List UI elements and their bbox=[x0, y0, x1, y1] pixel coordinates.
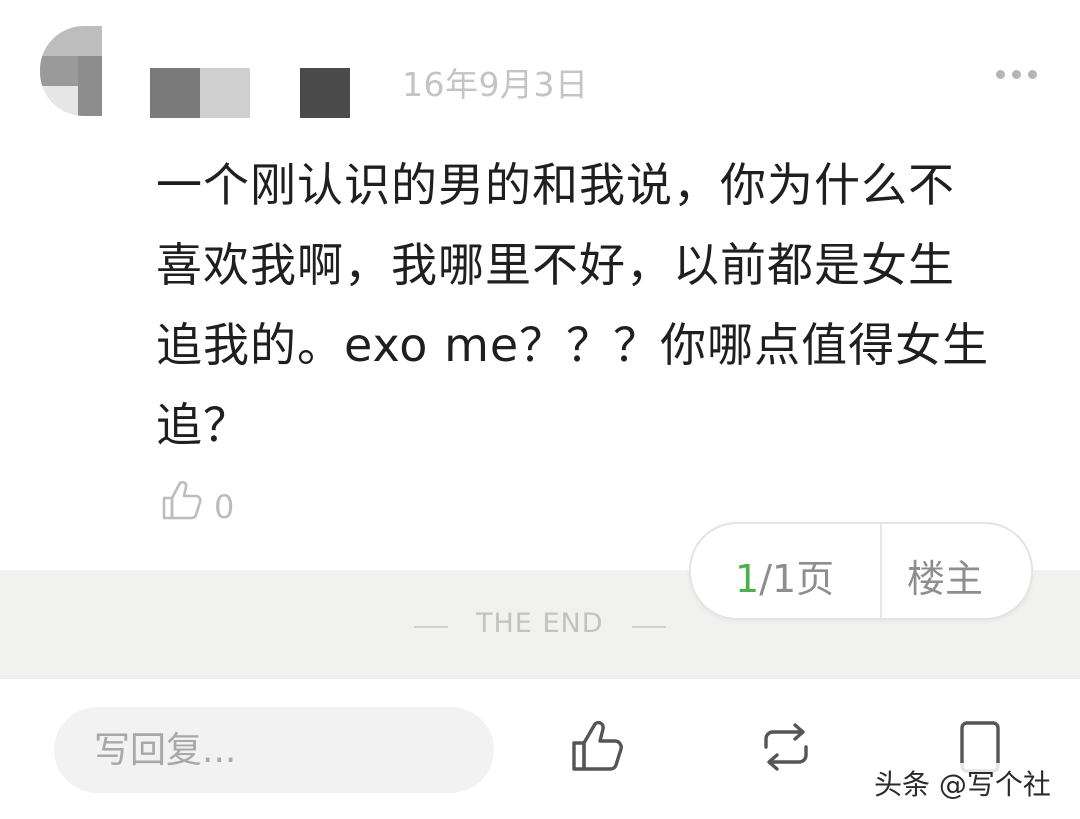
comment-card: 16年9月3日 一个刚认识的男的和我说，你为什么不 喜欢我啊，我哪里不好，以前都… bbox=[0, 0, 1080, 570]
thumbs-up-icon[interactable] bbox=[160, 478, 202, 522]
like-count: 0 bbox=[214, 488, 235, 526]
page-indicator[interactable]: 1/1页 bbox=[735, 548, 834, 603]
reply-input[interactable] bbox=[54, 707, 494, 793]
comment-body: 一个刚认识的男的和我说，你为什么不 喜欢我啊，我哪里不好，以前都是女生 追我的。… bbox=[156, 158, 990, 452]
thumbs-up-icon[interactable] bbox=[566, 717, 626, 777]
pager-divider bbox=[880, 524, 882, 618]
divider-line bbox=[414, 626, 448, 628]
current-page: 1 bbox=[735, 557, 760, 601]
username-mosaic bbox=[150, 68, 200, 118]
username-mosaic bbox=[300, 68, 350, 118]
comment-date: 16年9月3日 bbox=[402, 65, 589, 104]
page-total: /1页 bbox=[759, 557, 835, 601]
end-label: THE END bbox=[476, 608, 604, 639]
divider-line bbox=[632, 626, 666, 628]
watermark-label: 头条 @写个社 bbox=[870, 763, 1055, 803]
avatar[interactable] bbox=[40, 26, 102, 116]
username-mosaic bbox=[200, 68, 250, 118]
pager-pill: 1/1页 楼主 bbox=[689, 522, 1033, 620]
more-horizontal-icon[interactable] bbox=[996, 70, 1038, 80]
bottom-action-bar: 头条 @写个社 bbox=[0, 678, 1080, 819]
repost-icon[interactable] bbox=[756, 717, 816, 777]
owner-only-button[interactable]: 楼主 bbox=[907, 548, 983, 603]
